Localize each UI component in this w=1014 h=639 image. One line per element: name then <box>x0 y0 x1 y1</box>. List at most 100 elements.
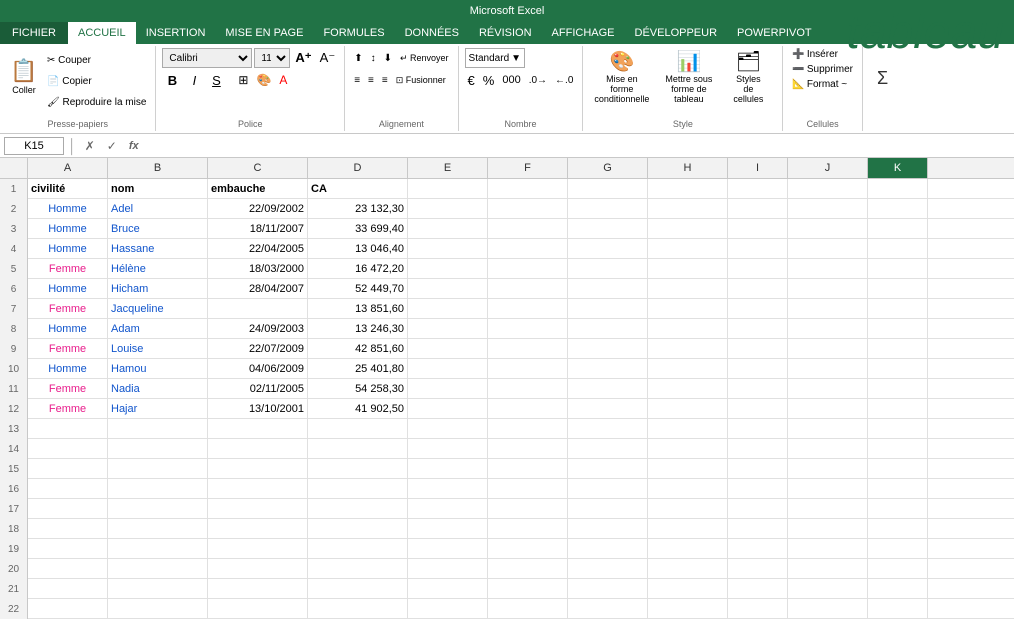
cell-7e[interactable] <box>408 299 488 319</box>
align-center-button[interactable]: ≡ <box>365 70 377 90</box>
cell-20i[interactable] <box>728 559 788 579</box>
cell-14g[interactable] <box>568 439 648 459</box>
tab-mise-en-page[interactable]: MISE EN PAGE <box>215 22 313 44</box>
cell-10b[interactable]: Hamou <box>108 359 208 379</box>
cell-10i[interactable] <box>728 359 788 379</box>
header-nom[interactable]: nom <box>108 179 208 199</box>
cell-5j[interactable] <box>788 259 868 279</box>
fill-color-button[interactable]: 🎨 <box>253 70 274 90</box>
cell-19h[interactable] <box>648 539 728 559</box>
cell-16k[interactable] <box>868 479 928 499</box>
cell-4g[interactable] <box>568 239 648 259</box>
cell-11b[interactable]: Nadia <box>108 379 208 399</box>
cell-9h[interactable] <box>648 339 728 359</box>
cell-10h[interactable] <box>648 359 728 379</box>
cell-21k[interactable] <box>868 579 928 599</box>
cell-1j[interactable] <box>788 179 868 199</box>
cell-22h[interactable] <box>648 599 728 619</box>
cell-3k[interactable] <box>868 219 928 239</box>
cell-22j[interactable] <box>788 599 868 619</box>
font-color-button[interactable]: A <box>276 70 290 90</box>
cell-15e[interactable] <box>408 459 488 479</box>
cell-8f[interactable] <box>488 319 568 339</box>
cell-22i[interactable] <box>728 599 788 619</box>
cell-18j[interactable] <box>788 519 868 539</box>
cell-2d[interactable]: 23 132,30 <box>308 199 408 219</box>
cell-3i[interactable] <box>728 219 788 239</box>
cell-20e[interactable] <box>408 559 488 579</box>
supprimer-button[interactable]: ➖ Supprimer <box>789 63 856 76</box>
cell-14c[interactable] <box>208 439 308 459</box>
cell-14e[interactable] <box>408 439 488 459</box>
cell-9f[interactable] <box>488 339 568 359</box>
cell-12f[interactable] <box>488 399 568 419</box>
cell-10g[interactable] <box>568 359 648 379</box>
cell-6k[interactable] <box>868 279 928 299</box>
cell-14f[interactable] <box>488 439 568 459</box>
col-header-d[interactable]: D <box>308 158 408 178</box>
cell-17i[interactable] <box>728 499 788 519</box>
cell-9a[interactable]: Femme <box>28 339 108 359</box>
tab-accueil[interactable]: ACCUEIL <box>68 22 136 44</box>
cell-15h[interactable] <box>648 459 728 479</box>
cell-13g[interactable] <box>568 419 648 439</box>
cell-17g[interactable] <box>568 499 648 519</box>
cell-14j[interactable] <box>788 439 868 459</box>
cell-5k[interactable] <box>868 259 928 279</box>
cell-10d[interactable]: 25 401,80 <box>308 359 408 379</box>
format-button[interactable]: 📐 Format ~ <box>789 78 850 91</box>
cell-8j[interactable] <box>788 319 868 339</box>
cell-16c[interactable] <box>208 479 308 499</box>
cell-16f[interactable] <box>488 479 568 499</box>
cell-6j[interactable] <box>788 279 868 299</box>
cell-18f[interactable] <box>488 519 568 539</box>
cell-7b[interactable]: Jacqueline <box>108 299 208 319</box>
cell-15f[interactable] <box>488 459 568 479</box>
cell-7c[interactable] <box>208 299 308 319</box>
cell-18i[interactable] <box>728 519 788 539</box>
cell-13a[interactable] <box>28 419 108 439</box>
cell-5b[interactable]: Hélène <box>108 259 208 279</box>
cell-8c[interactable]: 24/09/2003 <box>208 319 308 339</box>
cell-3c[interactable]: 18/11/2007 <box>208 219 308 239</box>
cell-19f[interactable] <box>488 539 568 559</box>
cell-16j[interactable] <box>788 479 868 499</box>
cell-16i[interactable] <box>728 479 788 499</box>
cell-6i[interactable] <box>728 279 788 299</box>
cell-6f[interactable] <box>488 279 568 299</box>
cell-17d[interactable] <box>308 499 408 519</box>
cell-18b[interactable] <box>108 519 208 539</box>
cell-7k[interactable] <box>868 299 928 319</box>
cell-5e[interactable] <box>408 259 488 279</box>
cell-16g[interactable] <box>568 479 648 499</box>
cell-7a[interactable]: Femme <box>28 299 108 319</box>
cell-21i[interactable] <box>728 579 788 599</box>
cell-10c[interactable]: 04/06/2009 <box>208 359 308 379</box>
cell-11f[interactable] <box>488 379 568 399</box>
cell-22g[interactable] <box>568 599 648 619</box>
col-header-g[interactable]: G <box>568 158 648 178</box>
col-header-f[interactable]: F <box>488 158 568 178</box>
cell-21a[interactable] <box>28 579 108 599</box>
cell-13c[interactable] <box>208 419 308 439</box>
cell-2e[interactable] <box>408 199 488 219</box>
cell-7f[interactable] <box>488 299 568 319</box>
cell-15j[interactable] <box>788 459 868 479</box>
cell-19k[interactable] <box>868 539 928 559</box>
cell-16a[interactable] <box>28 479 108 499</box>
cell-13b[interactable] <box>108 419 208 439</box>
align-top-button[interactable]: ⬆ <box>351 48 365 68</box>
cell-18k[interactable] <box>868 519 928 539</box>
cell-1i[interactable] <box>728 179 788 199</box>
cell-20k[interactable] <box>868 559 928 579</box>
cell-5c[interactable]: 18/03/2000 <box>208 259 308 279</box>
cell-2b[interactable]: Adel <box>108 199 208 219</box>
increase-decimal-button[interactable]: .0→ <box>526 70 550 90</box>
col-header-h[interactable]: H <box>648 158 728 178</box>
cell-21h[interactable] <box>648 579 728 599</box>
cell-12b[interactable]: Hajar <box>108 399 208 419</box>
cell-18c[interactable] <box>208 519 308 539</box>
cell-20g[interactable] <box>568 559 648 579</box>
tab-powerpivot[interactable]: POWERPIVOT <box>727 22 822 44</box>
cell-19a[interactable] <box>28 539 108 559</box>
